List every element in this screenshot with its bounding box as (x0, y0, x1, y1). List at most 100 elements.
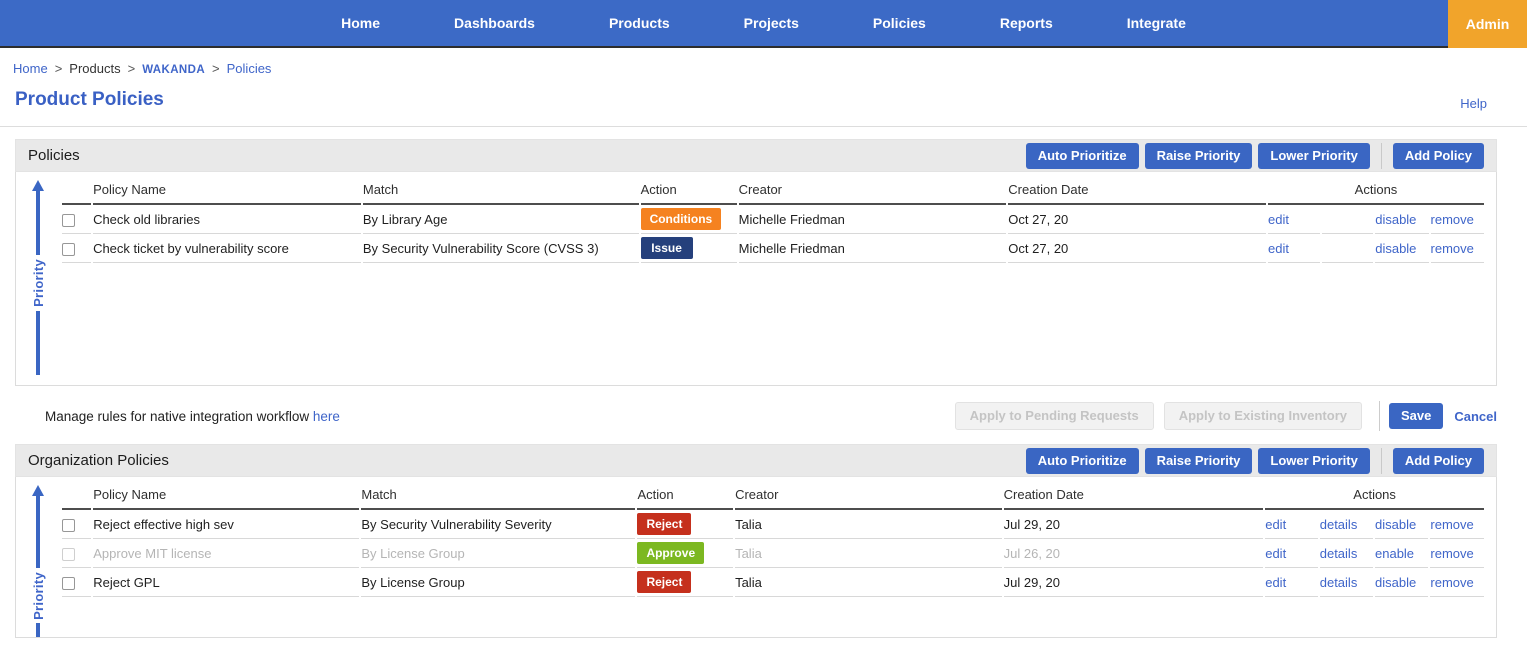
edit-link[interactable]: edit (1268, 212, 1289, 227)
auto-prioritize-button[interactable]: Auto Prioritize (1026, 143, 1139, 169)
policy-creator-cell: Michelle Friedman (739, 205, 1007, 234)
cancel-link[interactable]: Cancel (1454, 409, 1497, 424)
table-header-row: Policy NameMatchActionCreatorCreation Da… (62, 483, 1484, 510)
edit-link[interactable]: edit (1268, 241, 1289, 256)
organization-priority-arrow: Priority (16, 477, 60, 638)
disable-link[interactable]: disable (1375, 212, 1416, 227)
disable-link[interactable]: disable (1375, 241, 1416, 256)
policy-match-cell: By Library Age (363, 205, 639, 234)
row-checkbox[interactable] (62, 577, 75, 590)
column-header-match: Match (361, 483, 635, 510)
breadcrumb-item-wakanda[interactable]: WAKANDA (142, 64, 205, 76)
column-header-policy-name: Policy Name (93, 178, 361, 205)
action-badge-reject[interactable]: Reject (637, 513, 691, 535)
add-policy-button[interactable]: Add Policy (1393, 143, 1484, 169)
row-checkbox[interactable] (62, 243, 75, 256)
enable-link[interactable]: enable (1375, 546, 1414, 561)
column-header-policy-name: Policy Name (93, 483, 359, 510)
raise-priority-button[interactable]: Raise Priority (1145, 143, 1253, 169)
policy-action-cell: Issue (641, 234, 737, 263)
remove-link[interactable]: remove (1431, 212, 1474, 227)
checkbox-cell (62, 539, 91, 568)
column-header-action: Action (641, 178, 737, 205)
details-link[interactable]: details (1320, 517, 1358, 532)
column-header-creator: Creator (739, 178, 1007, 205)
nav-item-integrate[interactable]: Integrate (1127, 15, 1186, 31)
nav-item-products[interactable]: Products (609, 15, 670, 31)
apply-existing-inventory-button[interactable]: Apply to Existing Inventory (1164, 402, 1362, 430)
workflow-here-link[interactable]: here (313, 409, 340, 424)
edit-link[interactable]: edit (1265, 517, 1286, 532)
admin-button[interactable]: Admin (1448, 0, 1527, 48)
nav-item-projects[interactable]: Projects (744, 15, 799, 31)
policy-match-cell: By Security Vulnerability Score (CVSS 3) (363, 234, 639, 263)
column-header-actions: Actions (1268, 178, 1484, 205)
policy-match-cell: By License Group (361, 539, 635, 568)
nav-item-dashboards[interactable]: Dashboards (454, 15, 535, 31)
row-checkbox[interactable] (62, 214, 75, 227)
nav-item-home[interactable]: Home (341, 15, 380, 31)
breadcrumb-item-policies[interactable]: Policies (227, 61, 272, 76)
policy-name-cell: Reject GPL (93, 568, 359, 597)
priority-label: Priority (31, 572, 46, 620)
remove-link[interactable]: remove (1431, 241, 1474, 256)
priority-arrow-line (36, 191, 40, 255)
edit-link[interactable]: edit (1265, 546, 1286, 561)
organization-toolbar: Auto PrioritizeRaise PriorityLower Prior… (1020, 448, 1484, 474)
policy-row-check-old-libraries: Check old librariesBy Library AgeConditi… (62, 205, 1484, 234)
row-action-cell (1322, 234, 1373, 263)
row-checkbox[interactable] (62, 519, 75, 532)
priority-arrow-line (36, 623, 40, 638)
policy-creator-cell: Talia (735, 568, 1002, 597)
auto-prioritize-button[interactable]: Auto Prioritize (1026, 448, 1139, 474)
nav-item-reports[interactable]: Reports (1000, 15, 1053, 31)
checkbox-column-header (62, 178, 91, 205)
organization-policies-section: Organization Policies Auto PrioritizeRai… (15, 444, 1497, 638)
apply-pending-requests-button[interactable]: Apply to Pending Requests (955, 402, 1154, 430)
breadcrumb: Home>Products>WAKANDA>Policies (0, 48, 1527, 76)
save-button[interactable]: Save (1389, 403, 1443, 429)
row-action-cell: disable (1375, 234, 1428, 263)
policy-creator-cell: Michelle Friedman (739, 234, 1007, 263)
action-badge-reject[interactable]: Reject (637, 571, 691, 593)
remove-link[interactable]: remove (1430, 575, 1473, 590)
action-badge-conditions[interactable]: Conditions (641, 208, 722, 230)
title-divider (0, 126, 1527, 127)
row-action-cell: edit (1265, 568, 1318, 597)
nav-item-policies[interactable]: Policies (873, 15, 926, 31)
policy-name-cell: Approve MIT license (93, 539, 359, 568)
organization-section-header: Organization Policies Auto PrioritizeRai… (15, 444, 1497, 477)
workflow-divider (1379, 401, 1380, 431)
disable-link[interactable]: disable (1375, 517, 1416, 532)
edit-link[interactable]: edit (1265, 575, 1286, 590)
row-action-cell (1322, 205, 1373, 234)
details-link[interactable]: details (1320, 546, 1358, 561)
add-policy-button[interactable]: Add Policy (1393, 448, 1484, 474)
product-section-body: Priority Policy NameMatchActionCreatorCr… (15, 172, 1497, 386)
row-action-cell: edit (1268, 205, 1320, 234)
row-action-cell: edit (1265, 539, 1318, 568)
remove-link[interactable]: remove (1430, 517, 1473, 532)
checkbox-cell (62, 205, 91, 234)
lower-priority-button[interactable]: Lower Priority (1258, 143, 1369, 169)
action-badge-issue[interactable]: Issue (641, 237, 693, 259)
row-checkbox[interactable] (62, 548, 75, 561)
lower-priority-button[interactable]: Lower Priority (1258, 448, 1369, 474)
policy-date-cell: Jul 29, 20 (1004, 568, 1264, 597)
policy-row-reject-effective-high-sev: Reject effective high sevBy Security Vul… (62, 510, 1484, 539)
toolbar-divider (1381, 448, 1382, 474)
breadcrumb-separator: > (55, 61, 63, 76)
raise-priority-button[interactable]: Raise Priority (1145, 448, 1253, 474)
priority-arrow-line (36, 496, 40, 568)
policy-row-reject-gpl: Reject GPLBy License GroupRejectTaliaJul… (62, 568, 1484, 597)
policy-date-cell: Oct 27, 20 (1008, 234, 1266, 263)
details-link[interactable]: details (1320, 575, 1358, 590)
policy-row-check-ticket-by-vulnerability-score: Check ticket by vulnerability scoreBy Se… (62, 234, 1484, 263)
action-badge-approve[interactable]: Approve (637, 542, 704, 564)
disable-link[interactable]: disable (1375, 575, 1416, 590)
breadcrumb-separator: > (128, 61, 136, 76)
help-link[interactable]: Help (1460, 96, 1487, 111)
row-action-cell: details (1320, 539, 1373, 568)
breadcrumb-item-home[interactable]: Home (13, 61, 48, 76)
remove-link[interactable]: remove (1430, 546, 1473, 561)
